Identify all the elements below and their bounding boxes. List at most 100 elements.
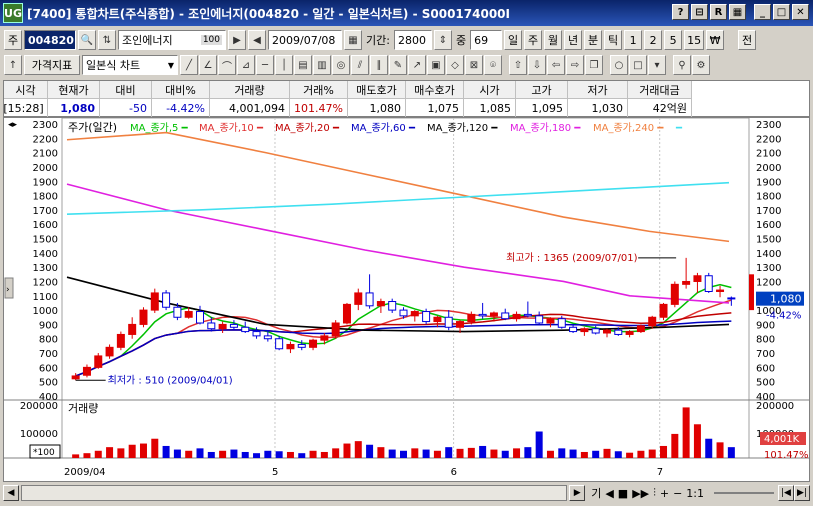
collapse-icon[interactable]: ↑ [4, 55, 22, 75]
period-2[interactable]: 2 [644, 30, 663, 50]
y-tick-right-7: 1600 [756, 220, 781, 231]
scroll-track[interactable] [21, 485, 568, 501]
period-year[interactable]: 년 [564, 30, 583, 50]
hline-icon[interactable]: ─ [256, 55, 274, 75]
chart-type-select[interactable]: 일본식 차트 ▼ [82, 55, 178, 75]
stop-icon[interactable]: ■ [618, 487, 628, 500]
left-arrow-icon[interactable]: ⇦ [547, 55, 565, 75]
magnet-icon[interactable]: ⌾ [484, 55, 502, 75]
volume-bar [128, 444, 136, 458]
angle-line-icon[interactable]: ∠ [199, 55, 217, 75]
date-input[interactable]: 2009/07/08 [268, 30, 342, 50]
calendar-icon[interactable]: ▦ [344, 30, 362, 50]
eraser-icon[interactable]: ◇ [446, 55, 464, 75]
period-1[interactable]: 1 [624, 30, 643, 50]
parallel-icon[interactable]: ∥ [370, 55, 388, 75]
line-icon[interactable]: ╱ [180, 55, 198, 75]
stock-name-field[interactable]: 조인에너지 100 [118, 30, 226, 50]
period-tick[interactable]: 틱 [604, 30, 623, 50]
y-tick-right-9: 1400 [756, 249, 781, 260]
arc-icon[interactable]: ⌒ [218, 55, 236, 75]
period-month[interactable]: 월 [544, 30, 563, 50]
volume-bar [614, 451, 622, 458]
period-5[interactable]: 5 [664, 30, 683, 50]
layout-button[interactable]: ⊟ [691, 4, 708, 20]
volume-bar [343, 443, 351, 458]
delete-icon[interactable]: ⊠ [465, 55, 483, 75]
down-arrow-icon[interactable]: ⇩ [528, 55, 546, 75]
fast-forward-icon[interactable]: ▶▶ [632, 487, 649, 500]
step-icon[interactable]: 기 [591, 485, 601, 501]
vol-pct: 101.47% [764, 450, 809, 461]
period-input[interactable]: 2800 [393, 30, 432, 50]
rewind-icon[interactable]: ◀ [605, 487, 613, 500]
stock-code-input[interactable]: 004820 [24, 30, 76, 50]
zoom-icon[interactable]: ⚲ [673, 55, 691, 75]
back-icon[interactable]: ◀ [248, 30, 266, 50]
period-15[interactable]: 15 [684, 30, 705, 50]
square-icon[interactable]: □ [629, 55, 647, 75]
all-button[interactable]: 전 [738, 30, 757, 50]
zoom-out-icon[interactable]: − [673, 487, 682, 500]
y-tick-left-16: 700 [39, 349, 58, 360]
count-input[interactable]: 69 [470, 30, 503, 50]
y-tick-left-12: 1100 [33, 292, 58, 303]
copy-icon[interactable]: ❐ [585, 55, 603, 75]
x-label-2: 6 [451, 467, 457, 478]
refresh-button[interactable]: R [710, 4, 727, 20]
candle-body [162, 292, 171, 308]
volume-bar [264, 450, 272, 458]
candlestick-chart[interactable]: 2300 2300 2200 2200 2100 2100 2000 2000 1900 1900… [4, 117, 809, 481]
minimize-button[interactable]: _ [754, 4, 771, 20]
settings-icon[interactable]: ⚙ [692, 55, 710, 75]
dropdown-icon[interactable]: ▾ [648, 55, 666, 75]
scroll-bar[interactable]: ◀ ▶ 기 ◀ ■ ▶▶ ⫶ + − 1:1 |◀ ▶| [3, 483, 810, 503]
config-button[interactable]: ▦ [729, 4, 746, 20]
quote-value-5: 101.47% [290, 99, 348, 117]
candle-body [523, 313, 532, 317]
y-tick-right-18: 500 [756, 378, 775, 389]
scroll-right-icon[interactable]: ▶ [569, 485, 586, 501]
y-tick-left-11: 1200 [33, 277, 58, 288]
period-day[interactable]: 일 [504, 30, 523, 50]
y-tick-left-2: 2100 [33, 149, 58, 160]
zoom-slider[interactable] [714, 492, 774, 494]
market-select[interactable]: 주 [4, 30, 22, 50]
maximize-button[interactable]: □ [773, 4, 790, 20]
currency-button[interactable]: ₩ [706, 30, 725, 50]
last-page-icon[interactable]: ▶| [794, 485, 810, 501]
sort-icon[interactable]: ⇅ [98, 30, 116, 50]
candle-body [636, 325, 645, 333]
zoom-in-icon[interactable]: + [660, 487, 669, 500]
scroll-left-icon[interactable]: ◀ [3, 485, 19, 501]
volume-title: 거래량 [68, 402, 98, 415]
period-minute[interactable]: 분 [584, 30, 603, 50]
cycle-icon[interactable]: ◎ [332, 55, 350, 75]
color-icon[interactable]: ▣ [427, 55, 445, 75]
y-tick-right-16: 700 [756, 349, 775, 360]
play-icon[interactable]: ▶ [228, 30, 246, 50]
pen-icon[interactable]: ✎ [389, 55, 407, 75]
grid-icon[interactable]: ▤ [294, 55, 312, 75]
right-arrow-icon[interactable]: ⇨ [566, 55, 584, 75]
candle-body [569, 326, 578, 333]
up-arrow-icon[interactable]: ⇧ [509, 55, 527, 75]
fan-icon[interactable]: ⊿ [237, 55, 255, 75]
spin-icon[interactable]: ⇕ [433, 30, 452, 50]
first-page-icon[interactable]: |◀ [778, 485, 794, 501]
search-icon[interactable]: 🔍 [78, 30, 96, 50]
candle-body [456, 321, 465, 328]
vline-icon[interactable]: │ [275, 55, 293, 75]
volume-bar [275, 451, 283, 458]
period-week[interactable]: 주 [524, 30, 543, 50]
fib-icon[interactable]: ▥ [313, 55, 331, 75]
arrow-icon[interactable]: ↗ [408, 55, 426, 75]
indicator-button[interactable]: 가격지표 [24, 55, 80, 75]
close-button[interactable]: ✕ [792, 4, 809, 20]
chart-config-icon[interactable]: ⫶ [653, 486, 656, 500]
volume-bar [185, 450, 193, 458]
chart-area[interactable]: 2300 2300 2200 2200 2100 2100 2000 2000 1900 1900… [3, 117, 810, 482]
help-button[interactable]: ? [672, 4, 689, 20]
circle-icon[interactable]: ○ [610, 55, 628, 75]
channel-icon[interactable]: ⫽ [351, 55, 369, 75]
